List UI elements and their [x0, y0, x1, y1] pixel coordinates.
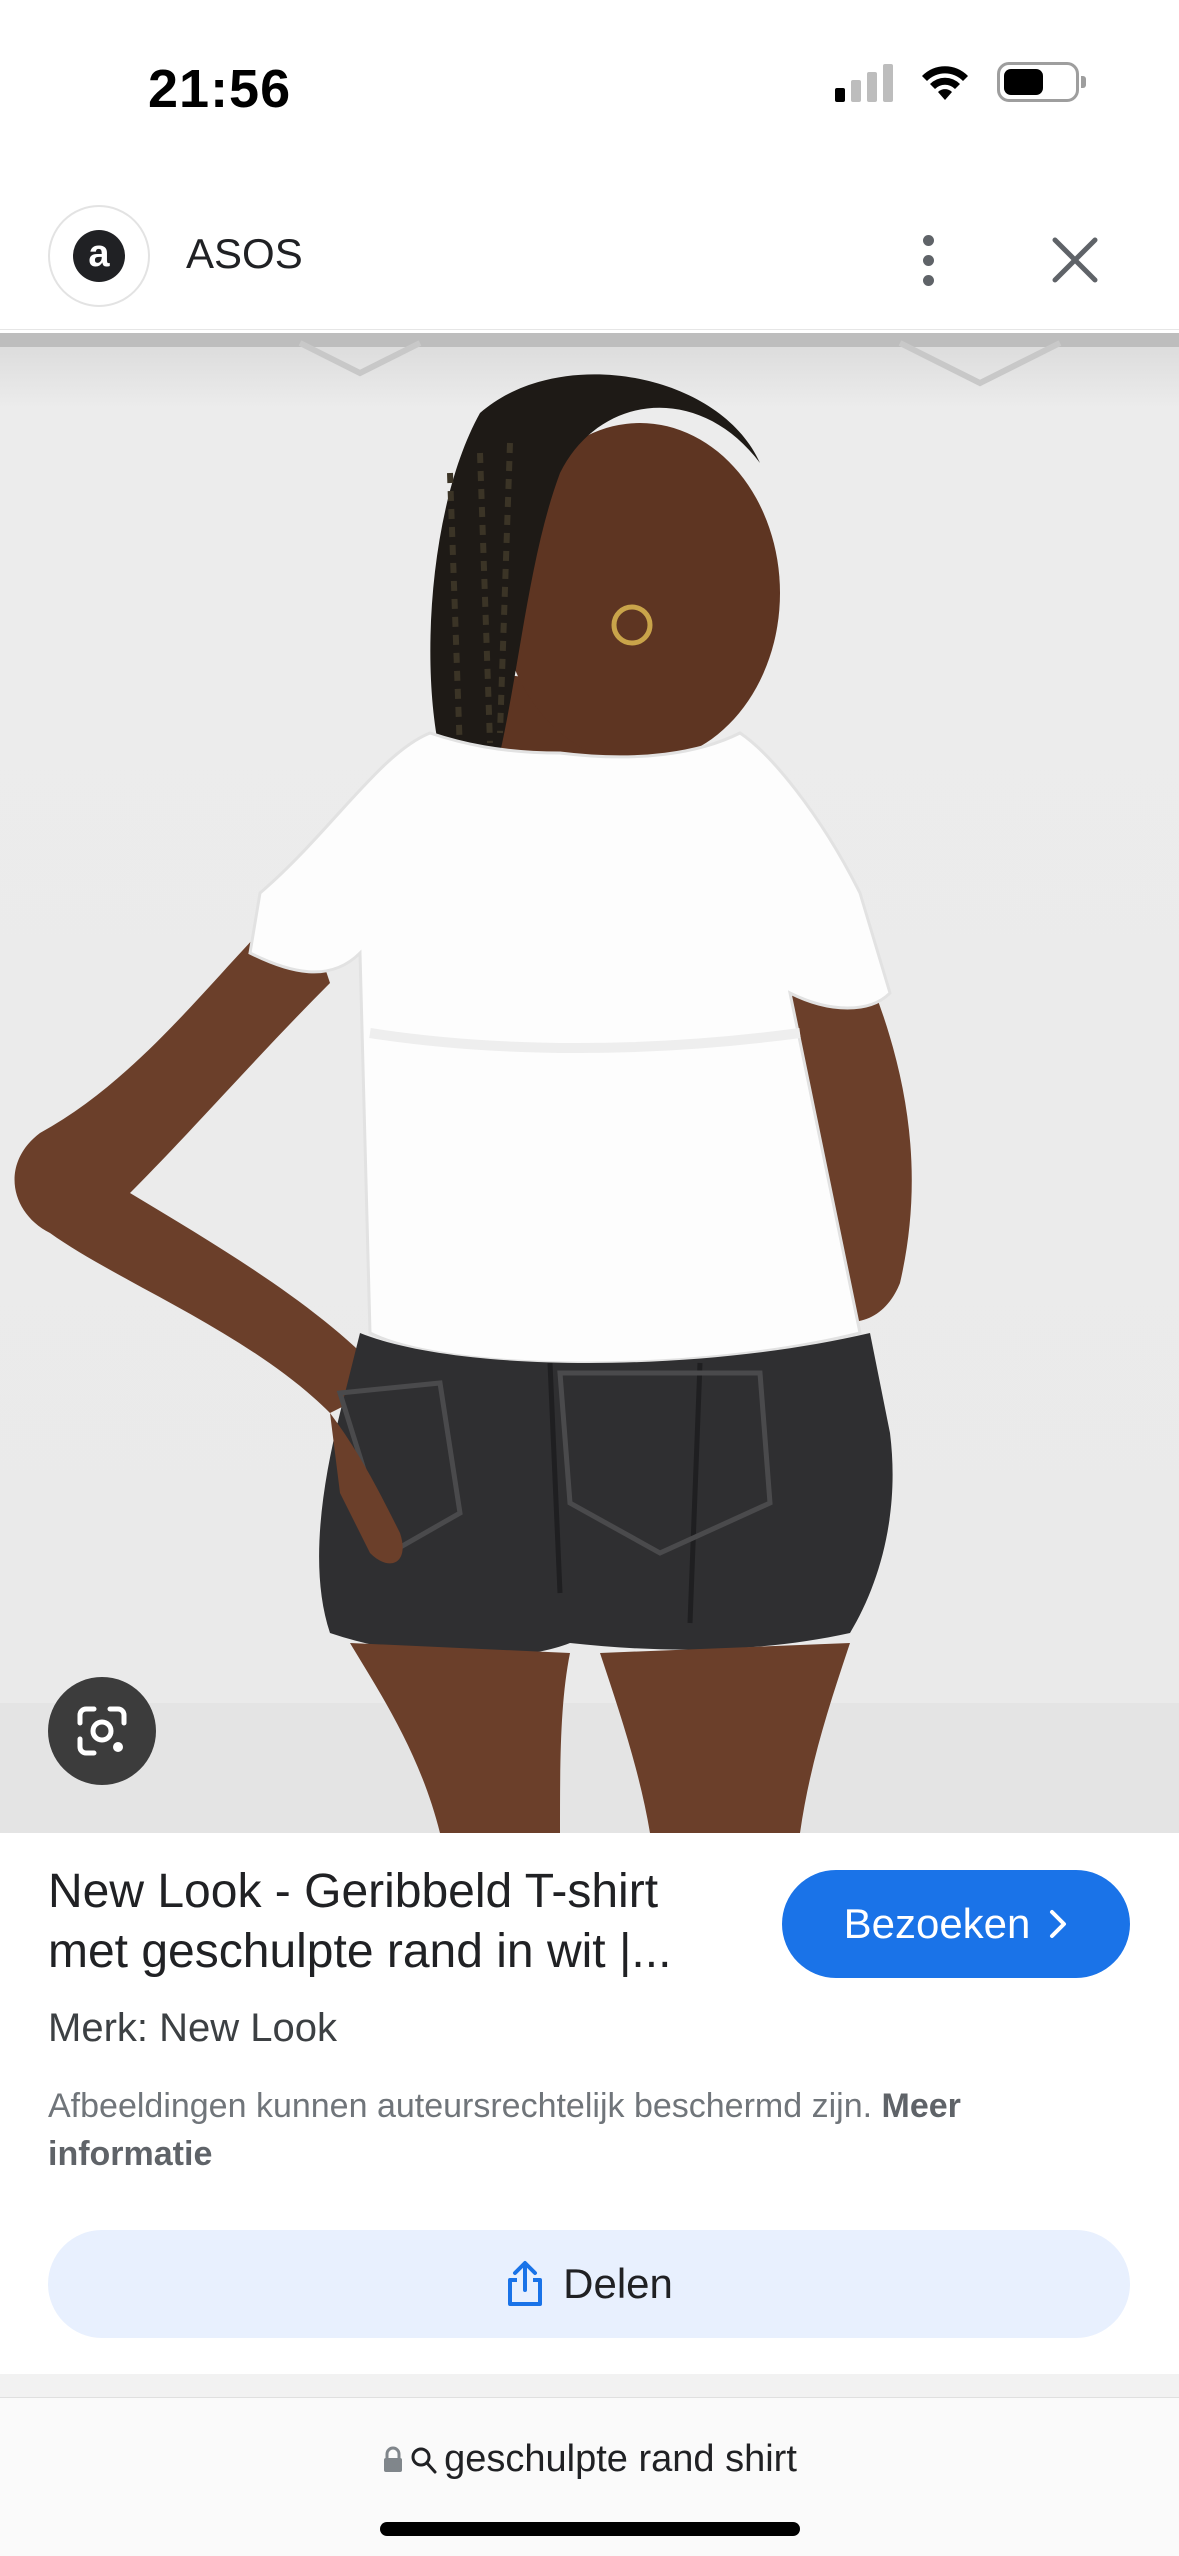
share-button[interactable]: Delen — [48, 2230, 1130, 2338]
visit-button[interactable]: Bezoeken — [782, 1870, 1130, 1978]
bottom-separator — [0, 2374, 1179, 2398]
search-query: geschulpte rand shirt — [444, 2438, 797, 2480]
product-title[interactable]: New Look - Geribbeld T-shirt met geschul… — [48, 1862, 738, 1982]
lock-icon — [384, 2446, 403, 2472]
brand-line: Merk: New Look — [48, 2006, 337, 2050]
url-display[interactable]: geschulpte rand shirt — [0, 2438, 1179, 2481]
status-icons — [835, 62, 1086, 102]
copyright-text: Afbeeldingen kunnen auteursrechtelijk be… — [48, 2087, 873, 2125]
search-icon — [411, 2447, 437, 2473]
share-icon — [508, 2261, 543, 2306]
status-bar: 21:56 — [0, 0, 1179, 175]
copyright-notice: Afbeeldingen kunnen auteursrechtelijk be… — [48, 2082, 1108, 2178]
product-image[interactable] — [0, 333, 1179, 1833]
close-button[interactable] — [1040, 220, 1110, 300]
close-icon — [1052, 237, 1098, 283]
google-lens-icon — [77, 1706, 127, 1756]
signal-icon — [835, 62, 893, 102]
site-logo-letter: a — [73, 230, 125, 282]
product-photo-illustration — [0, 333, 1179, 1833]
url-bar[interactable]: geschulpte rand shirt — [0, 2398, 1179, 2556]
home-indicator[interactable] — [380, 2522, 800, 2536]
wifi-icon — [922, 66, 968, 100]
chevron-right-icon — [1050, 1910, 1067, 1938]
battery-icon — [997, 62, 1086, 102]
site-logo[interactable]: a — [48, 205, 150, 307]
source-header: a ASOS — [0, 190, 1179, 330]
status-time: 21:56 — [148, 59, 292, 119]
share-button-label: Delen — [563, 2260, 673, 2307]
more-vert-icon — [922, 234, 934, 246]
google-lens-button[interactable] — [48, 1677, 156, 1785]
site-name[interactable]: ASOS — [186, 230, 303, 278]
visit-button-label: Bezoeken — [843, 1900, 1031, 1947]
more-options-button[interactable] — [900, 220, 956, 300]
